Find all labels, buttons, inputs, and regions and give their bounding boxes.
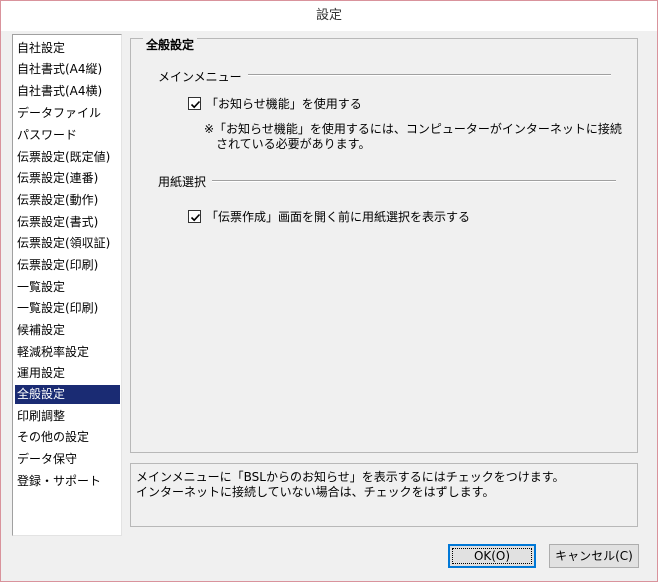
section-label-main-menu: メインメニュー (158, 68, 248, 85)
sidebar-item-password[interactable]: パスワード (15, 126, 120, 145)
sidebar-item-company-format-a4-landscape[interactable]: 自社書式(A4横) (15, 82, 120, 101)
cancel-button[interactable]: キャンセル(C) (549, 544, 639, 568)
section-divider (206, 180, 616, 182)
paper-selection-checkbox[interactable]: 「伝票作成」画面を開く前に用紙選択を表示する (188, 208, 470, 225)
notice-feature-note-line2: されている必要があります。 (216, 137, 371, 151)
sidebar-item-slip-print[interactable]: 伝票設定(印刷) (15, 256, 120, 275)
section-label-paper-selection: 用紙選択 (158, 173, 213, 190)
sidebar-item-print-adjust[interactable]: 印刷調整 (15, 407, 120, 426)
checkbox-box[interactable] (188, 97, 201, 110)
sidebar-item-registration-support[interactable]: 登録・サポート (15, 472, 120, 491)
check-icon (190, 213, 201, 222)
notice-feature-checkbox-label: 「お知らせ機能」を使用する (206, 97, 362, 111)
cancel-button-label: キャンセル(C) (555, 549, 633, 563)
check-icon (190, 100, 201, 109)
sidebar-item-operation[interactable]: 運用設定 (15, 364, 120, 383)
notice-feature-note-line1: ※「お知らせ機能」を使用するには、コンピューターがインターネットに接続 (204, 122, 622, 136)
sidebar-item-slip-receipt[interactable]: 伝票設定(領収証) (15, 234, 120, 253)
sidebar-item-candidate-settings[interactable]: 候補設定 (15, 321, 120, 340)
settings-category-list[interactable]: 自社設定 自社書式(A4縦) 自社書式(A4横) データファイル パスワード 伝… (12, 34, 122, 536)
sidebar-item-data-file[interactable]: データファイル (15, 104, 120, 123)
section-divider (217, 74, 611, 76)
help-description-panel: メインメニューに「BSLからのお知らせ」を表示するにはチェックをつけます。 イン… (130, 463, 638, 527)
paper-selection-checkbox-label: 「伝票作成」画面を開く前に用紙選択を表示する (206, 210, 471, 224)
sidebar-item-general-settings[interactable]: 全般設定 (15, 385, 120, 404)
focus-rect (452, 548, 532, 564)
sidebar-item-other-settings[interactable]: その他の設定 (15, 428, 120, 447)
dialog-body: 自社設定 自社書式(A4縦) 自社書式(A4横) データファイル パスワード 伝… (7, 31, 652, 576)
notice-feature-checkbox[interactable]: 「お知らせ機能」を使用する (188, 95, 362, 112)
sidebar-item-slip-numbering[interactable]: 伝票設定(連番) (15, 169, 120, 188)
checkbox-box[interactable] (188, 210, 201, 223)
sidebar-item-slip-format[interactable]: 伝票設定(書式) (15, 213, 120, 232)
sidebar-item-reduced-tax[interactable]: 軽減税率設定 (15, 343, 120, 362)
help-line1: メインメニューに「BSLからのお知らせ」を表示するにはチェックをつけます。 (136, 470, 565, 484)
sidebar-item-slip-defaults[interactable]: 伝票設定(既定値) (15, 148, 120, 167)
help-line2: インターネットに接続していない場合は、チェックをはずします。 (136, 485, 495, 499)
sidebar-item-data-maintenance[interactable]: データ保守 (15, 450, 120, 469)
panel-title: 全般設定 (143, 36, 198, 53)
sidebar-item-company-settings[interactable]: 自社設定 (15, 39, 120, 58)
window-title: 設定 (1, 1, 657, 31)
sidebar-item-list-settings[interactable]: 一覧設定 (15, 278, 120, 297)
sidebar-item-list-print[interactable]: 一覧設定(印刷) (15, 299, 120, 318)
sidebar-item-company-format-a4-portrait[interactable]: 自社書式(A4縦) (15, 60, 120, 79)
sidebar-item-slip-behavior[interactable]: 伝票設定(動作) (15, 191, 120, 210)
settings-dialog: 設定 自社設定 自社書式(A4縦) 自社書式(A4横) データファイル パスワー… (0, 0, 658, 582)
ok-button[interactable]: OK(O) (448, 544, 536, 568)
